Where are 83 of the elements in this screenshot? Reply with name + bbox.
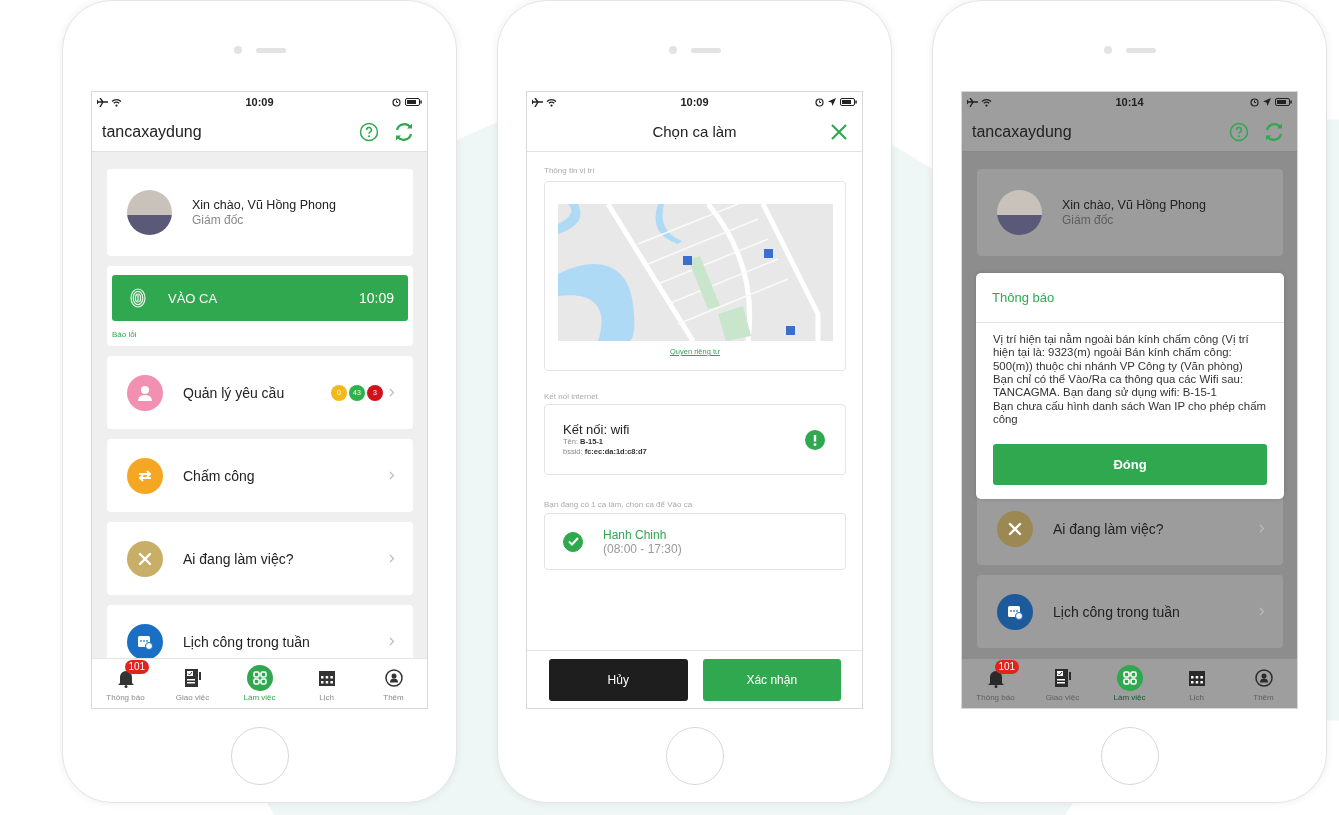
status-time: 10:14	[1115, 96, 1144, 108]
tab-item[interactable]: Thêm	[360, 659, 427, 708]
task-sheet-icon	[183, 668, 202, 688]
camera-dot	[1103, 46, 1112, 54]
alarm-icon	[392, 97, 401, 107]
user-role: Giám đốc	[1062, 213, 1115, 227]
close-icon[interactable]	[830, 122, 848, 141]
menu-item-label: Chấm công	[183, 467, 255, 484]
cancel-button[interactable]: Hủy	[549, 658, 688, 701]
tab-item[interactable]: Làm việc	[226, 659, 293, 708]
help-icon[interactable]	[359, 121, 379, 142]
menu-item-label: Ai đang làm việc?	[183, 550, 294, 567]
chevron-right-icon	[389, 554, 395, 563]
greeting-text: Xin chào, Vũ Hồng Phong	[192, 198, 336, 212]
camera-dot	[233, 46, 242, 54]
speaker-slot	[1125, 47, 1156, 53]
app-title: tancaxaydung	[102, 122, 202, 141]
camera-dot	[668, 46, 677, 54]
speaker-slot	[255, 47, 286, 53]
calendar-icon	[1187, 669, 1206, 687]
section-label: Thông tin vị trí	[544, 166, 596, 175]
calendar-icon	[317, 669, 336, 687]
menu-item-label: Ai đang làm việc?	[1053, 520, 1164, 537]
shift-hours: (08:00 - 17:30)	[603, 541, 682, 556]
section-label: Bạn đang có 1 ca làm, chọn ca để Vào ca	[544, 500, 694, 509]
battery-icon	[1275, 98, 1292, 106]
wifi-icon	[981, 97, 992, 107]
notification-badge: 101	[994, 660, 1020, 674]
battery-icon	[840, 98, 857, 106]
menu-item-label: Lịch công trong tuần	[1053, 603, 1180, 620]
grid-icon	[1116, 665, 1143, 691]
wifi-icon	[546, 97, 557, 107]
notification-badge: 101	[124, 660, 150, 674]
wifi-icon	[111, 97, 122, 107]
dialog-message: Bạn chưa cấu hình danh sách Wan IP cho phép chấm công	[993, 399, 1267, 427]
task-sheet-icon	[1053, 668, 1072, 688]
user-role: Giám đốc	[192, 213, 245, 227]
menu-item-label: Lịch công trong tuần	[183, 633, 310, 650]
chevron-right-icon	[389, 471, 395, 480]
connection-title: Kết nối: wifi	[563, 422, 631, 438]
menu-item-label: Quản lý yêu cầu	[183, 384, 285, 401]
dialog-title: Thông báo	[976, 273, 1284, 323]
alert-icon	[805, 429, 825, 450]
airplane-icon	[532, 97, 543, 107]
speaker-slot	[690, 47, 721, 53]
chevron-right-icon	[389, 388, 395, 397]
tab-item[interactable]: Lịch	[293, 659, 360, 708]
close-dialog-button[interactable]: Đóng	[993, 444, 1267, 486]
tab-item[interactable]: Giao việc	[159, 659, 226, 708]
alarm-icon	[815, 97, 824, 107]
user-circle-icon	[384, 669, 403, 687]
fingerprint-icon	[130, 288, 146, 308]
battery-icon	[405, 98, 422, 106]
airplane-icon	[97, 97, 108, 107]
confirm-button[interactable]: Xác nhận	[702, 658, 841, 701]
menu-card[interactable]: Chấm công	[107, 439, 413, 512]
menu-card[interactable]: Lịch công trong tuần	[977, 575, 1283, 649]
screen-title: Chọn ca làm	[652, 123, 737, 140]
tab-item[interactable]: Làm việc	[1096, 659, 1163, 708]
tab-item[interactable]: 101 Thông báo	[92, 659, 159, 708]
avatar-placeholder	[127, 190, 172, 235]
report-error-link[interactable]: Báo lỗi	[112, 330, 137, 339]
refresh-icon[interactable]	[393, 120, 415, 143]
avatar-placeholder	[997, 190, 1042, 235]
grid-icon	[246, 665, 273, 691]
menu-card[interactable]: Lịch công trong tuần	[107, 605, 413, 658]
menu-card[interactable]: Ai đang làm việc?	[107, 522, 413, 595]
greeting-text: Xin chào, Vũ Hồng Phong	[1062, 198, 1206, 212]
app-title: tancaxaydung	[972, 122, 1072, 141]
user-circle-icon	[1254, 669, 1273, 687]
status-time: 10:09	[680, 96, 709, 108]
dialog-message: Vị trí hiện tại nằm ngoài bán kính chấm công (Vị trí hiện tại là: 9323(m) ngoài Bán kính chấm công: 500(m)) thuộc chi nhánh VP Công ty (Văn phòng)	[993, 333, 1250, 374]
shift-name: Hanh Chinh	[603, 527, 668, 542]
airplane-icon	[967, 97, 978, 107]
status-time: 10:09	[245, 96, 274, 108]
alarm-icon	[1250, 97, 1259, 107]
chevron-right-icon	[389, 637, 395, 646]
chevron-right-icon	[1259, 524, 1265, 534]
chevron-right-icon	[1259, 607, 1265, 617]
check-in-button[interactable]: VÀO CA 10:09	[112, 275, 408, 321]
dialog-message: Bạn chỉ có thể Vào/Ra ca thông qua các Wifi sau: TANCAGMA. Bạn đang sử dụng wifi: B-15-1	[993, 373, 1245, 400]
section-label: Kết nối internet	[544, 392, 599, 401]
shift-option[interactable]: Hanh Chinh (08:00 - 17:30)	[544, 513, 846, 570]
